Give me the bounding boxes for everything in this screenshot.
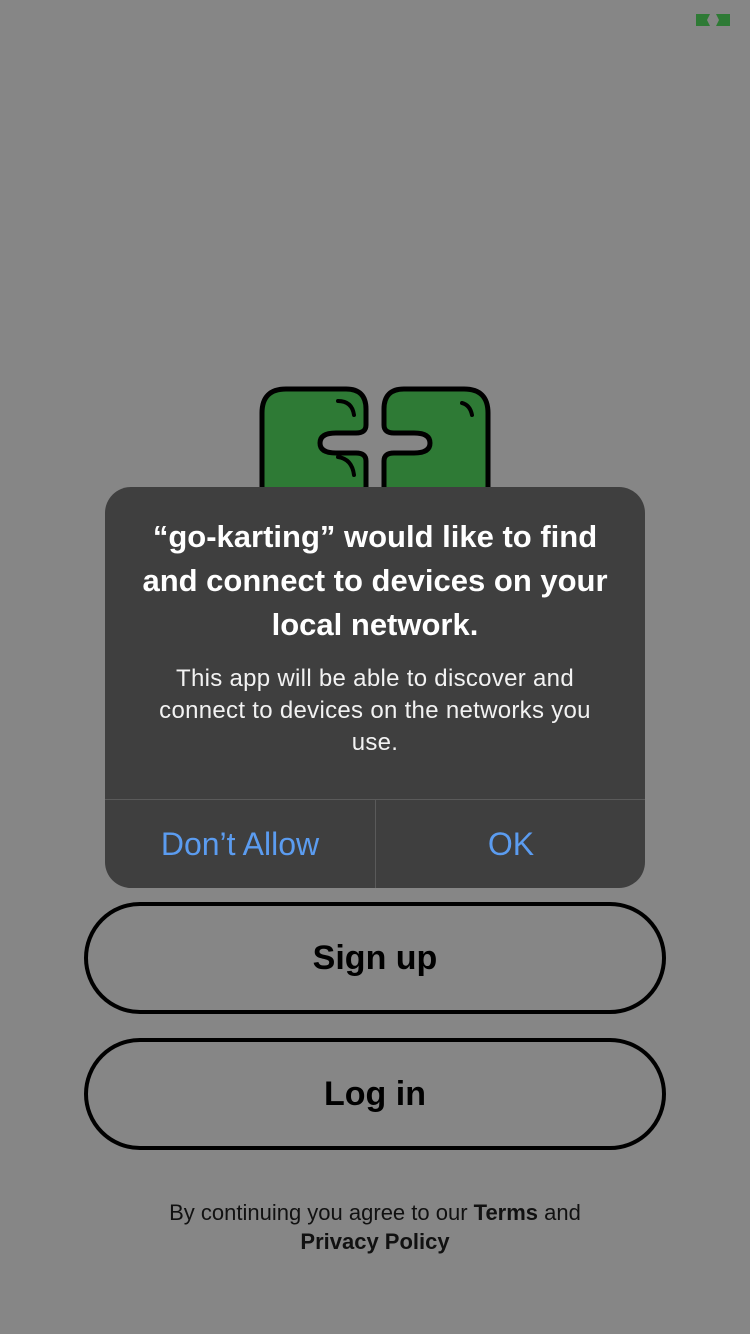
app-logo-icon — [696, 14, 730, 26]
log-in-label: Log in — [324, 1074, 426, 1113]
legal-text: By continuing you agree to our Terms and… — [0, 1198, 750, 1256]
legal-conjunction: and — [538, 1200, 581, 1225]
sign-up-label: Sign up — [312, 938, 438, 977]
local-network-permission-alert: “go-karting” would like to find and conn… — [105, 487, 645, 888]
dont-allow-button[interactable]: Don’t Allow — [105, 800, 375, 888]
screen: Sign up Log in By continuing you agree t… — [0, 0, 750, 1334]
ok-button[interactable]: OK — [376, 800, 645, 888]
legal-prefix: By continuing you agree to our — [169, 1200, 474, 1225]
log-in-button[interactable]: Log in — [84, 1038, 666, 1150]
alert-title: “go-karting” would like to find and conn… — [142, 519, 608, 642]
terms-link[interactable]: Terms — [474, 1200, 538, 1225]
alert-message: This app will be able to discover and co… — [159, 665, 591, 756]
privacy-policy-link[interactable]: Privacy Policy — [300, 1229, 449, 1254]
sign-up-button[interactable]: Sign up — [84, 902, 666, 1014]
app-logo-icon — [259, 386, 491, 495]
